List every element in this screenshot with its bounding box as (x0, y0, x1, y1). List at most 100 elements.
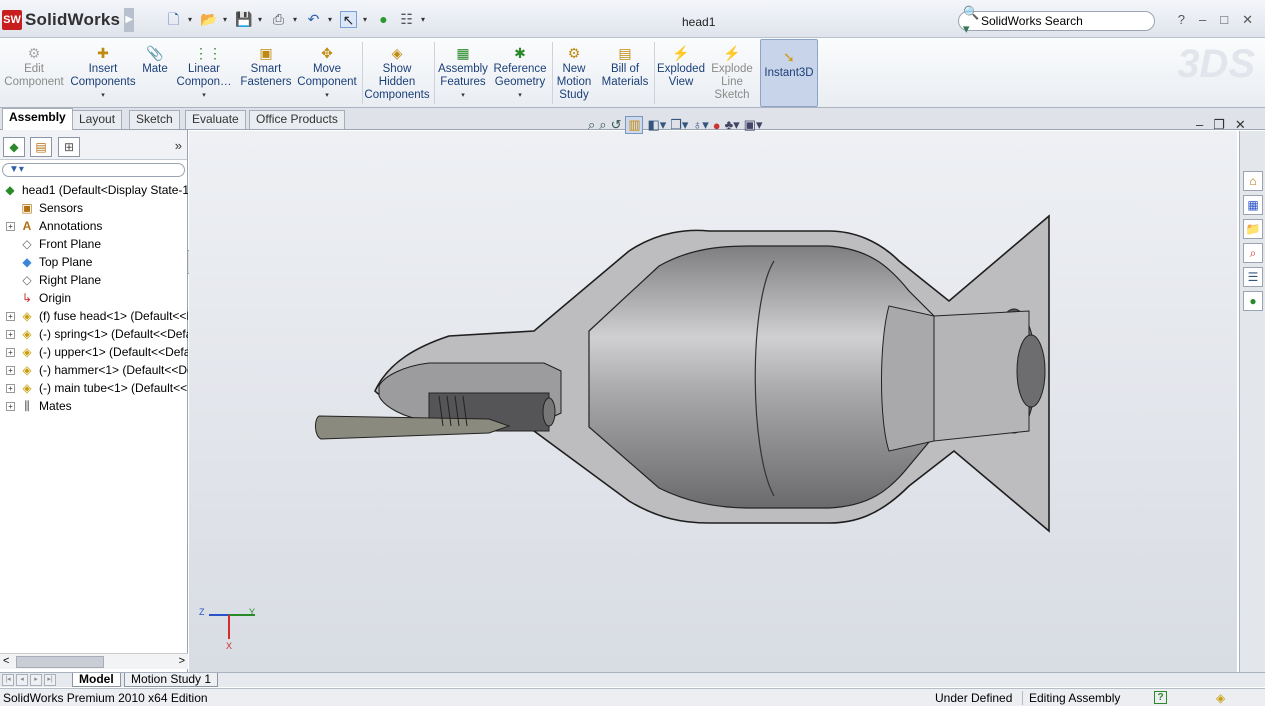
dropdown-arrow-icon[interactable]: ▾ (174, 89, 234, 102)
tab-model[interactable]: Model (72, 673, 121, 687)
new-dropdown-icon[interactable]: ▾ (188, 15, 194, 24)
tree-scrollbar[interactable]: < > (0, 653, 188, 669)
tree-item-hammer[interactable]: +◈(-) hammer<1> (Default<<Default>_Displ… (0, 361, 188, 379)
zoom-area-icon[interactable]: ⌕ (599, 117, 606, 133)
tree-item-root[interactable]: ◆ head1 (Default<Display State-1>) (0, 181, 188, 199)
tab-evaluate[interactable]: Evaluate (185, 110, 246, 129)
previous-view-icon[interactable]: ↺ (611, 117, 622, 133)
tab-office-products[interactable]: Office Products (249, 110, 345, 129)
tree-item-upper[interactable]: +◈(-) upper<1> (Default<<Default>_Displa… (0, 343, 188, 361)
close-button[interactable]: ✕ (1242, 12, 1253, 28)
scroll-left-icon[interactable]: < (3, 655, 9, 667)
tab-assembly[interactable]: Assembly (2, 108, 73, 130)
bill-of-materials-button[interactable]: ▤ Bill of Materials (598, 42, 652, 106)
open-folder-icon[interactable]: 📂 (200, 11, 217, 28)
dropdown-arrow-icon[interactable]: ▾ (436, 89, 490, 102)
search-input[interactable] (981, 14, 1141, 28)
solidworks-logo[interactable]: SW SolidWorks ▶ (2, 8, 135, 32)
options-icon[interactable]: ☷ (398, 11, 415, 28)
tree-item-spring[interactable]: +◈(-) spring<1> (Default<<Default>_Displ… (0, 325, 188, 343)
options-dropdown-icon[interactable]: ▾ (421, 15, 427, 24)
tree-item-mates[interactable]: + ⫼ Mates (0, 397, 188, 415)
dropdown-arrow-icon[interactable]: ▾ (70, 89, 136, 102)
mate-button[interactable]: 📎 Mate (140, 42, 170, 106)
file-explorer-icon[interactable]: 📁 (1243, 219, 1263, 239)
tab-motion-study-1[interactable]: Motion Study 1 (124, 673, 219, 687)
search-icon[interactable]: ⌕ (1243, 243, 1263, 263)
open-dropdown-icon[interactable]: ▾ (223, 15, 229, 24)
tab-layout[interactable]: Layout (72, 110, 123, 129)
viewport-restore-button[interactable]: ❐ (1213, 117, 1225, 133)
hide-show-items-icon[interactable]: ♁▾ (692, 117, 708, 133)
tree-item-front-plane[interactable]: ◇ Front Plane (0, 235, 188, 253)
undo-icon[interactable]: ↶ (305, 11, 322, 28)
show-hidden-components-button[interactable]: ◈ Show Hidden Components (364, 42, 430, 106)
edit-appearance-icon[interactable]: ● (713, 118, 721, 133)
print-icon[interactable]: ⎙ (270, 11, 287, 28)
print-dropdown-icon[interactable]: ▾ (293, 15, 299, 24)
undo-dropdown-icon[interactable]: ▾ (328, 15, 334, 24)
dropdown-arrow-icon[interactable]: ▾ (492, 89, 548, 102)
zoom-to-fit-icon[interactable]: ⌕ (588, 117, 595, 133)
explode-line-sketch-button[interactable]: ⚡ Explode Line Sketch (708, 42, 756, 106)
insert-components-button[interactable]: ✚ Insert Components ▾ (70, 42, 136, 106)
appearances-icon[interactable]: ● (1243, 291, 1263, 311)
tree-item-main-tube[interactable]: +◈(-) main tube<1> (Default<<Default>_Di… (0, 379, 188, 397)
new-motion-study-button[interactable]: ⚙ New Motion Study (554, 42, 594, 106)
first-tab-icon[interactable]: |◂ (2, 674, 14, 686)
tree-item-sensors[interactable]: ▣ Sensors (0, 199, 188, 217)
expand-panel-icon[interactable]: » (175, 138, 182, 153)
view-palette-icon[interactable]: ☰ (1243, 267, 1263, 287)
graphics-area[interactable]: Z Y X (189, 131, 1237, 672)
dropdown-arrow-icon[interactable]: ▾ (296, 89, 358, 102)
tree-filter[interactable]: ▼▾ (2, 163, 185, 177)
tree-item-origin[interactable]: ↳ Origin (0, 289, 188, 307)
edit-component-button[interactable]: ⚙ Edit Component (4, 42, 64, 106)
expand-icon[interactable]: + (6, 365, 15, 375)
section-view-icon[interactable]: ▥ (625, 116, 644, 134)
last-tab-icon[interactable]: ▸| (44, 674, 56, 686)
display-style-icon[interactable]: ❒▾ (670, 117, 688, 133)
linear-component-pattern-button[interactable]: ⋮⋮ Linear Compon… ▾ (174, 42, 234, 106)
feature-manager-tab-icon[interactable]: ◆ (3, 137, 25, 157)
tree-item-right-plane[interactable]: ◇ Right Plane (0, 271, 188, 289)
expand-icon[interactable]: + (6, 347, 15, 357)
help-question-icon[interactable]: ? (1154, 691, 1167, 704)
configuration-manager-tab-icon[interactable]: ⊞ (58, 137, 80, 157)
select-dropdown-icon[interactable]: ▾ (363, 15, 369, 24)
rebuild-tag-icon[interactable]: ◈ (1216, 691, 1225, 705)
solidworks-resources-icon[interactable]: ⌂ (1243, 171, 1263, 191)
maximize-button[interactable]: □ (1220, 12, 1228, 28)
new-document-icon[interactable]: 🗋 (165, 11, 182, 28)
tab-sketch[interactable]: Sketch (129, 110, 180, 129)
expand-icon[interactable]: + (6, 383, 15, 393)
search-icon[interactable]: 🔍▾ (963, 5, 981, 37)
assembly-features-button[interactable]: ▦ Assembly Features ▾ (436, 42, 490, 106)
design-library-icon[interactable]: ▦ (1243, 195, 1263, 215)
move-component-button[interactable]: ✥ Move Component ▾ (296, 42, 358, 106)
firing-pin[interactable] (315, 415, 511, 440)
menu-expand-icon[interactable]: ▶ (124, 8, 135, 32)
next-tab-icon[interactable]: ▸ (30, 674, 42, 686)
instant3d-button[interactable]: ➘ Instant3D (760, 39, 818, 107)
scrollbar-thumb[interactable] (16, 656, 104, 668)
prev-tab-icon[interactable]: ◂ (16, 674, 28, 686)
expand-icon[interactable]: + (6, 401, 15, 411)
minimize-button[interactable]: – (1199, 12, 1206, 28)
view-settings-icon[interactable]: ▣▾ (744, 117, 763, 133)
save-dropdown-icon[interactable]: ▾ (258, 15, 264, 24)
expand-icon[interactable]: + (6, 221, 15, 231)
property-manager-tab-icon[interactable]: ▤ (30, 137, 52, 157)
expand-icon[interactable]: + (6, 329, 15, 339)
select-pointer-icon[interactable]: ↖ (340, 11, 357, 28)
rebuild-icon[interactable]: ● (375, 11, 392, 28)
tree-item-top-plane[interactable]: ◆ Top Plane (0, 253, 188, 271)
tree-item-fuse-head[interactable]: +◈(f) fuse head<1> (Default<<Default>_Di… (0, 307, 188, 325)
search-box[interactable]: 🔍▾ (958, 5, 1155, 36)
reference-geometry-button[interactable]: ✱ Reference Geometry ▾ (492, 42, 548, 106)
view-orientation-icon[interactable]: ◧▾ (647, 117, 666, 133)
exploded-view-button[interactable]: ⚡ Exploded View (656, 42, 706, 106)
expand-icon[interactable]: + (6, 311, 15, 321)
scroll-right-icon[interactable]: > (179, 655, 185, 667)
save-icon[interactable]: 💾 (235, 11, 252, 28)
